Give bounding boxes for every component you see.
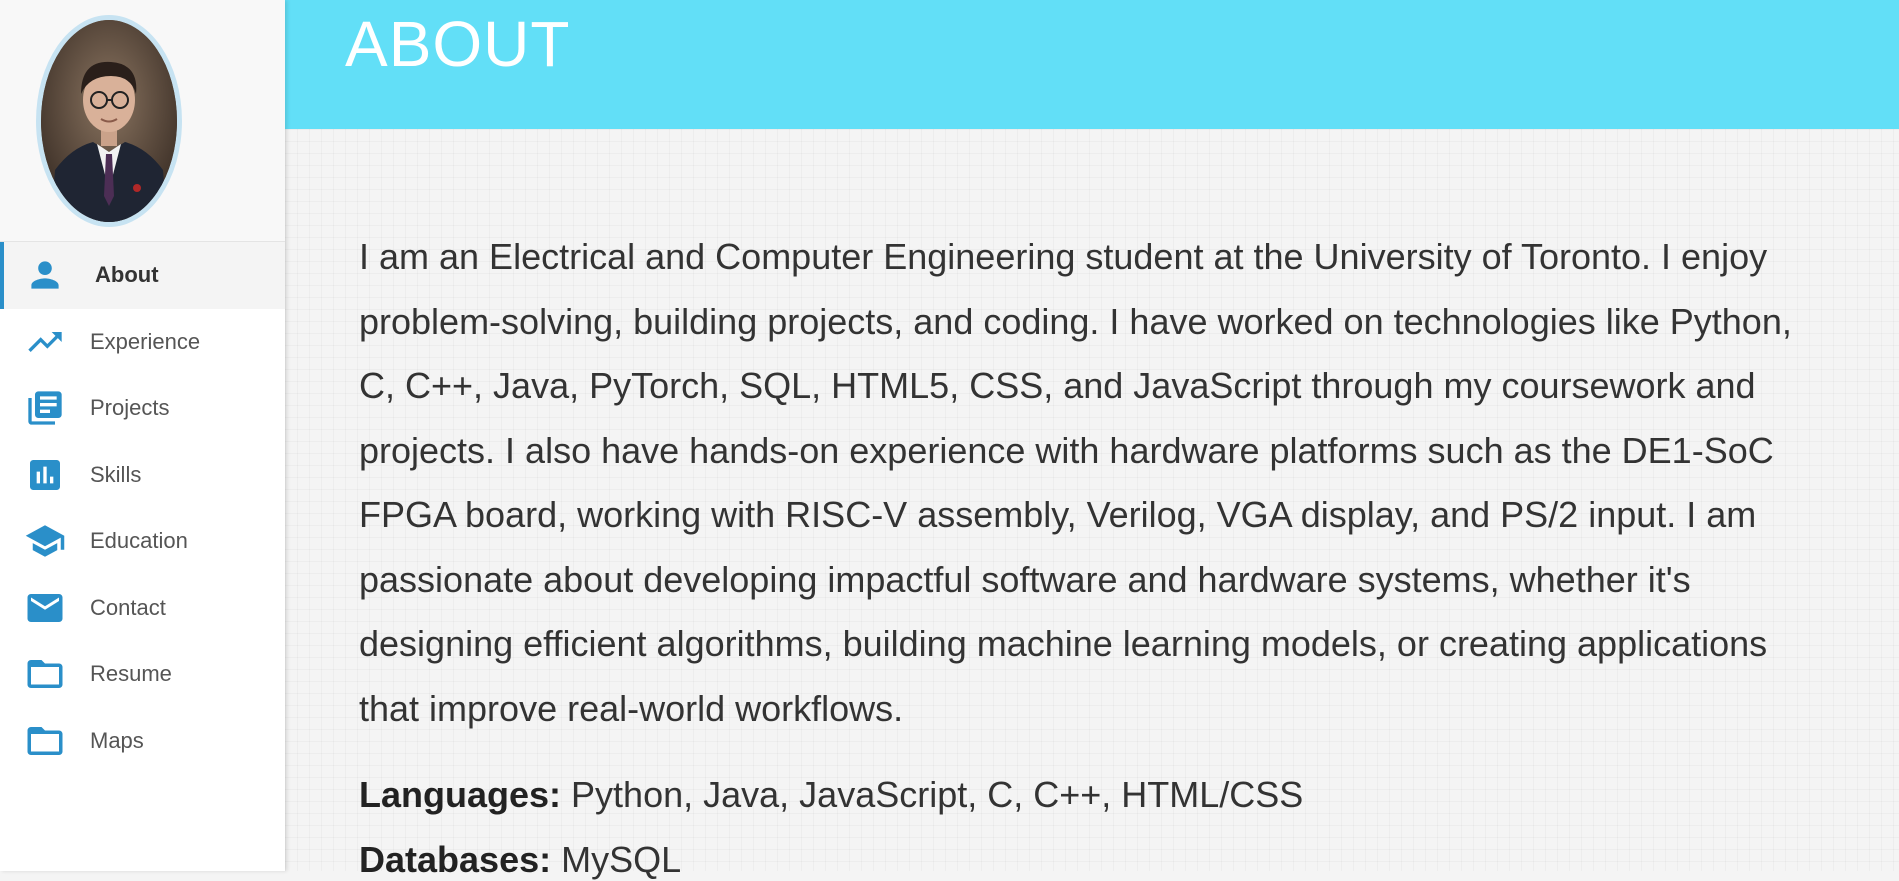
sidebar-item-label: Resume <box>90 661 172 687</box>
folder-icon <box>24 653 66 695</box>
databases-value: MySQL <box>561 839 682 880</box>
sidebar-item-label: Maps <box>90 727 144 753</box>
sidebar-item-label: Experience <box>90 328 201 354</box>
sidebar-item-experience[interactable]: Experience <box>0 309 285 376</box>
sidebar-item-contact[interactable]: Contact <box>0 575 285 642</box>
sidebar-item-label: Education <box>90 528 188 554</box>
sidebar-nav: About Experience Projects Skills Educati <box>0 242 285 774</box>
about-paragraph: I am an Electrical and Computer Engineer… <box>359 236 1792 729</box>
sidebar: About Experience Projects Skills Educati <box>0 0 285 871</box>
sidebar-item-resume[interactable]: Resume <box>0 641 285 708</box>
trending-up-icon <box>24 321 66 363</box>
sidebar-item-label: Projects <box>90 395 170 421</box>
article-icon <box>24 387 66 429</box>
person-icon <box>24 254 66 296</box>
sidebar-item-label: About <box>95 262 159 288</box>
folder-icon <box>24 720 66 762</box>
sidebar-item-label: Contact <box>90 594 166 620</box>
databases-line: Databases: MySQL <box>359 839 681 881</box>
databases-label: Databases: <box>359 839 552 880</box>
sidebar-item-projects[interactable]: Projects <box>0 375 285 442</box>
page-title: ABOUT <box>345 8 571 80</box>
sidebar-item-maps[interactable]: Maps <box>0 708 285 775</box>
profile-photo <box>36 15 182 227</box>
main-content: I am an Electrical and Computer Engineer… <box>285 129 1899 880</box>
sidebar-item-label: Skills <box>90 461 142 487</box>
languages-label: Languages: <box>359 774 562 815</box>
sidebar-item-education[interactable]: Education <box>0 508 285 575</box>
school-icon <box>24 520 66 562</box>
sidebar-item-skills[interactable]: Skills <box>0 442 285 509</box>
bar-chart-icon <box>24 454 66 496</box>
mail-icon <box>24 587 66 629</box>
sidebar-item-about[interactable]: About <box>0 242 285 309</box>
page-header: ABOUT <box>285 0 1899 129</box>
languages-line: Languages: Python, Java, JavaScript, C, … <box>359 774 1303 816</box>
languages-value: Python, Java, JavaScript, C, C++, HTML/C… <box>571 774 1304 815</box>
profile-section <box>0 0 285 242</box>
